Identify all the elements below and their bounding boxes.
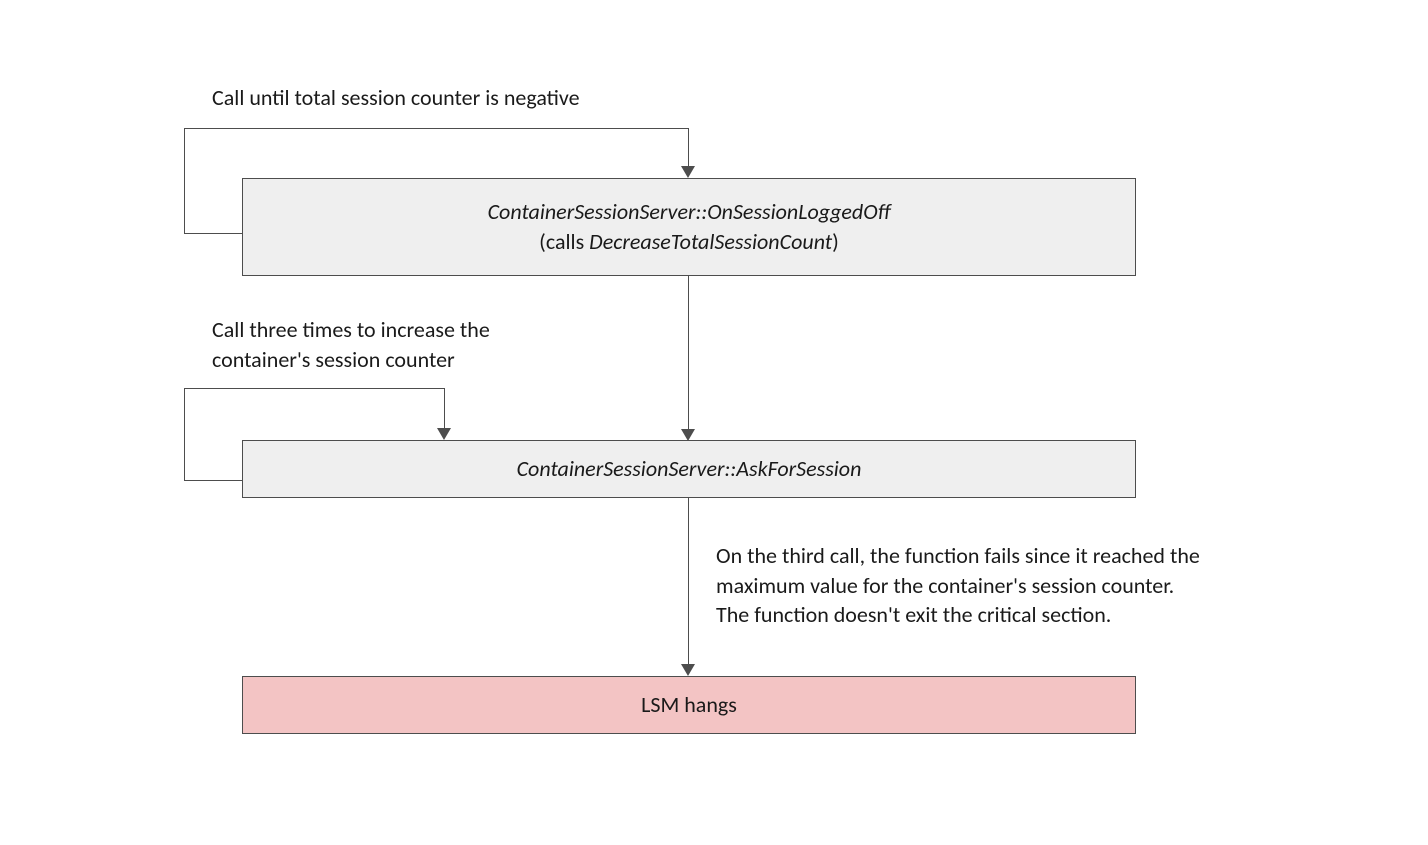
text: (calls [539,228,589,255]
connector [184,233,242,234]
step-title: ContainerSessionServer::AskForSession [517,454,862,484]
text-line: On the third call, the function fails si… [716,541,1200,571]
text-line: container's session counter [212,345,490,375]
step-lsm-hangs: LSM hangs [242,676,1136,734]
step-askforsession: ContainerSessionServer::AskForSession [242,440,1136,498]
connector [688,276,689,431]
step-title: LSM hangs [641,690,737,720]
connector [688,498,689,666]
text-italic: DecreaseTotalSessionCount [589,228,832,255]
step-onsessionloggedoff: ContainerSessionServer::OnSessionLoggedO… [242,178,1136,276]
flowchart-canvas: Call until total session counter is nega… [0,0,1428,845]
note-bottom: On the third call, the function fails si… [716,541,1200,630]
connector [688,128,689,168]
connector [444,388,445,430]
arrowhead-down-icon [681,664,695,676]
note-middle: Call three times to increase the contain… [212,315,490,374]
connector [184,128,688,129]
arrowhead-down-icon [437,428,451,440]
note-top: Call until total session counter is nega… [212,83,580,113]
text-line: maximum value for the container's sessio… [716,571,1200,601]
text-line: The function doesn't exit the critical s… [716,600,1200,630]
connector [184,128,185,233]
connector [184,388,444,389]
step-title: ContainerSessionServer::OnSessionLoggedO… [488,197,891,227]
arrowhead-down-icon [681,166,695,178]
connector [184,480,242,481]
text: ) [832,228,839,255]
step-subtitle: (calls DecreaseTotalSessionCount) [539,227,839,257]
connector [184,388,185,480]
text-line: Call three times to increase the [212,315,490,345]
